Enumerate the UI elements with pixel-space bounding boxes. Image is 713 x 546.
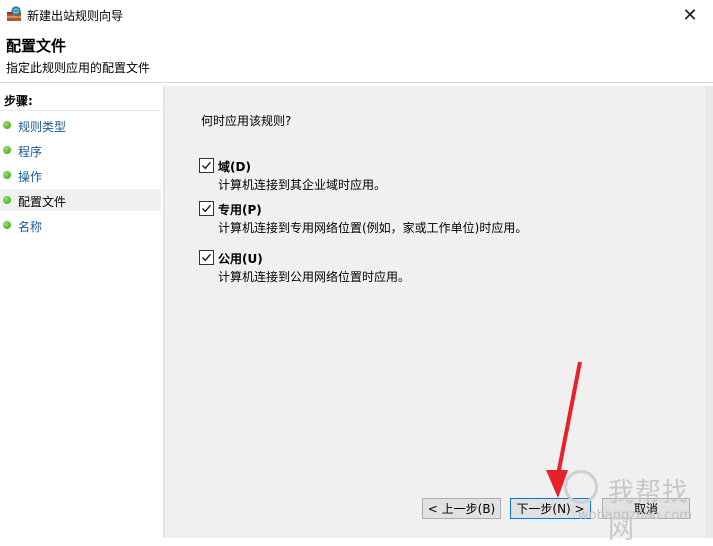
steps-divider xyxy=(0,110,161,111)
private-label[interactable]: 专用(P) xyxy=(218,201,262,218)
sidebar-item-label: 程序 xyxy=(18,145,43,159)
step-dot-icon xyxy=(3,121,11,129)
domain-label[interactable]: 域(D) xyxy=(218,158,251,175)
public-description: 计算机连接到公用网络位置时应用。 xyxy=(218,270,411,284)
checkmark-icon xyxy=(201,253,212,262)
close-button[interactable]: ✕ xyxy=(667,0,713,30)
watermark: 我帮找网 wobangzhao.com xyxy=(560,470,710,545)
watermark-url: wobangzhao.com xyxy=(578,508,692,523)
step-dot-icon xyxy=(3,221,11,229)
header-separator xyxy=(0,82,713,83)
sidebar-item-rule-type[interactable]: 规则类型 xyxy=(0,114,161,136)
checkmark-icon xyxy=(201,161,212,170)
question-label: 何时应用该规则? xyxy=(201,114,292,128)
sidebar-item-name[interactable]: 名称 xyxy=(0,214,161,236)
sidebar-item-label: 配置文件 xyxy=(18,195,67,209)
sidebar-item-label: 规则类型 xyxy=(18,120,67,134)
private-checkbox[interactable] xyxy=(199,201,214,216)
public-checkbox[interactable] xyxy=(199,250,214,265)
step-dot-icon xyxy=(3,146,11,154)
step-dot-icon xyxy=(3,196,11,204)
domain-description: 计算机连接到其企业域时应用。 xyxy=(218,178,387,192)
sidebar-item-label: 名称 xyxy=(18,220,43,234)
steps-heading: 步骤: xyxy=(4,94,33,108)
steps-sidebar: 步骤: 规则类型 程序 操作 配置文件 名称 xyxy=(0,86,161,538)
watermark-logo-icon xyxy=(564,470,598,504)
page-subtitle: 指定此规则应用的配置文件 xyxy=(6,61,151,75)
firewall-app-icon xyxy=(6,6,22,22)
sidebar-item-label: 操作 xyxy=(18,170,43,184)
title-bar: 新建出站规则向导 ✕ xyxy=(0,0,713,30)
wizard-header: 配置文件 指定此规则应用的配置文件 xyxy=(0,30,713,82)
page-title: 配置文件 xyxy=(6,37,67,55)
back-button[interactable]: < 上一步(B) xyxy=(422,498,501,519)
step-dot-icon xyxy=(3,171,11,179)
checkmark-icon xyxy=(201,204,212,213)
sidebar-item-profile[interactable]: 配置文件 xyxy=(0,189,161,211)
window-title: 新建出站规则向导 xyxy=(27,9,124,23)
public-label[interactable]: 公用(U) xyxy=(218,250,263,267)
close-icon: ✕ xyxy=(682,4,698,26)
sidebar-item-action[interactable]: 操作 xyxy=(0,164,161,186)
sidebar-item-program[interactable]: 程序 xyxy=(0,139,161,161)
domain-checkbox[interactable] xyxy=(199,158,214,173)
private-description: 计算机连接到专用网络位置(例如，家或工作单位)时应用。 xyxy=(218,221,528,235)
